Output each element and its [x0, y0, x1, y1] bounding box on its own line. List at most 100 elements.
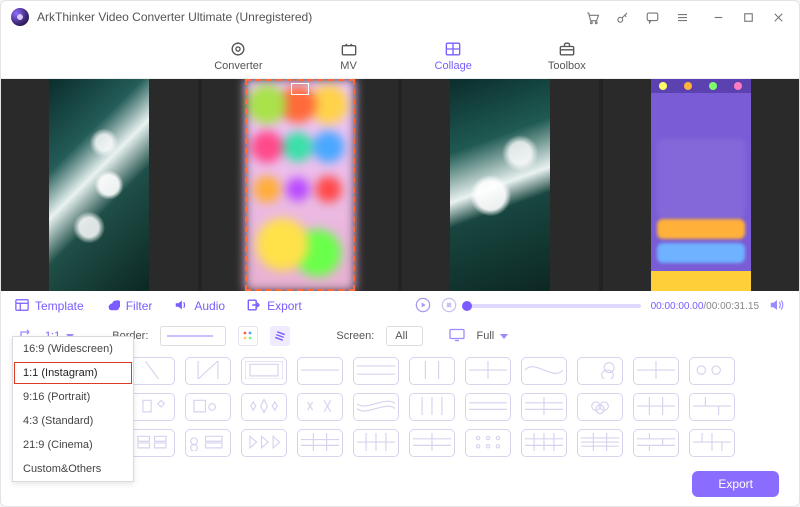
layout-template-cell[interactable] — [409, 357, 455, 385]
layout-template-cell[interactable] — [577, 357, 623, 385]
layout-template-cell[interactable] — [409, 429, 455, 457]
converter-icon — [228, 40, 248, 58]
display-mode-value: Full — [477, 330, 495, 342]
play-button[interactable] — [415, 297, 431, 316]
screen-value: All — [395, 330, 407, 342]
timecode: 00:00:00.00/00:00:31.15 — [651, 301, 759, 312]
display-mode-dropdown[interactable]: Full — [477, 330, 509, 342]
subtool-export[interactable]: Export — [247, 298, 302, 315]
collage-pane-4[interactable] — [603, 79, 800, 291]
subtool-filter[interactable]: Filter — [106, 298, 153, 315]
stop-button[interactable] — [441, 297, 457, 316]
border-pattern-toggle[interactable] — [270, 326, 290, 346]
screen-select[interactable]: All — [386, 326, 422, 346]
aspect-ratio-option[interactable]: Custom&Others — [13, 457, 133, 481]
template-icon — [15, 298, 29, 315]
aspect-ratio-option[interactable]: 9:16 (Portrait) — [13, 385, 133, 409]
layout-template-cell[interactable] — [241, 429, 287, 457]
audio-icon — [174, 298, 188, 315]
aspect-ratio-option[interactable]: 16:9 (Widescreen) — [13, 337, 133, 361]
nav-mv[interactable]: MV — [339, 40, 359, 72]
time-duration: 00:00:31.15 — [706, 301, 759, 312]
border-color-picker[interactable] — [238, 326, 258, 346]
layout-template-cell[interactable] — [185, 393, 231, 421]
nav-toolbox[interactable]: Toolbox — [548, 40, 586, 72]
layout-template-cell[interactable] — [465, 357, 511, 385]
timeline-knob[interactable] — [462, 301, 472, 311]
subtool-label: Audio — [194, 299, 225, 313]
collage-pane-1[interactable] — [1, 79, 198, 291]
layout-template-cell[interactable] — [185, 429, 231, 457]
layout-template-cell[interactable] — [465, 429, 511, 457]
nav-label: MV — [340, 60, 357, 72]
collage-preview[interactable] — [1, 79, 799, 291]
layout-template-cell[interactable] — [185, 357, 231, 385]
subtool-label: Export — [267, 299, 302, 313]
layout-template-cell[interactable] — [297, 393, 343, 421]
export-button[interactable]: Export — [692, 471, 779, 497]
layout-template-cell[interactable] — [241, 357, 287, 385]
titlebar: ArkThinker Video Converter Ultimate (Unr… — [1, 1, 799, 33]
border-style-dropdown[interactable] — [160, 326, 226, 346]
playback-timeline[interactable] — [467, 304, 641, 308]
subtool-bar: Template Filter Audio Export 00:00:00.00… — [1, 291, 799, 321]
crop-marker-icon — [291, 83, 309, 95]
top-nav: Converter MV Collage Toolbox — [1, 33, 799, 79]
close-icon[interactable] — [767, 6, 789, 28]
subtool-audio[interactable]: Audio — [174, 298, 225, 315]
layout-template-cell[interactable] — [297, 357, 343, 385]
layout-template-cell[interactable] — [129, 393, 175, 421]
layout-template-cell[interactable] — [297, 429, 343, 457]
layout-template-cell[interactable] — [521, 429, 567, 457]
collage-icon — [443, 40, 463, 58]
aspect-ratio-option[interactable]: 4:3 (Standard) — [13, 409, 133, 433]
layout-template-cell[interactable] — [689, 429, 735, 457]
collage-pane-3[interactable] — [402, 79, 599, 291]
filter-icon — [106, 298, 120, 315]
layout-template-cell[interactable] — [633, 357, 679, 385]
toolbox-icon — [557, 40, 577, 58]
chevron-down-icon — [500, 334, 508, 339]
layout-template-cell[interactable] — [689, 393, 735, 421]
layout-template-cell[interactable] — [689, 357, 735, 385]
subtool-label: Template — [35, 299, 84, 313]
layout-template-cell[interactable] — [353, 393, 399, 421]
layout-template-cell[interactable] — [521, 357, 567, 385]
cart-icon[interactable] — [581, 6, 603, 28]
layout-template-cell[interactable] — [577, 393, 623, 421]
mv-icon — [339, 40, 359, 58]
border-preview — [167, 335, 213, 337]
key-icon[interactable] — [611, 6, 633, 28]
aspect-ratio-option[interactable]: 1:1 (Instagram) — [13, 361, 133, 385]
subtool-label: Filter — [126, 299, 153, 313]
layout-template-cell[interactable] — [465, 393, 511, 421]
nav-label: Converter — [214, 60, 262, 72]
aspect-ratio-menu[interactable]: 16:9 (Widescreen)1:1 (Instagram)9:16 (Po… — [12, 336, 134, 482]
feedback-icon[interactable] — [641, 6, 663, 28]
layout-template-cell[interactable] — [353, 429, 399, 457]
layout-template-cell[interactable] — [129, 357, 175, 385]
display-mode-icon — [449, 328, 465, 345]
layout-template-cell[interactable] — [633, 429, 679, 457]
collage-pane-2[interactable] — [202, 79, 399, 291]
layout-template-cell[interactable] — [129, 429, 175, 457]
app-title: ArkThinker Video Converter Ultimate (Unr… — [37, 10, 312, 24]
volume-icon[interactable] — [769, 297, 785, 316]
minimize-icon[interactable] — [707, 6, 729, 28]
layout-template-cell[interactable] — [241, 393, 287, 421]
export-icon — [247, 298, 261, 315]
nav-label: Collage — [435, 60, 472, 72]
subtool-template[interactable]: Template — [15, 298, 84, 315]
layout-template-cell[interactable] — [409, 393, 455, 421]
nav-collage[interactable]: Collage — [435, 40, 472, 72]
nav-label: Toolbox — [548, 60, 586, 72]
layout-template-cell[interactable] — [353, 357, 399, 385]
layout-template-cell[interactable] — [633, 393, 679, 421]
nav-converter[interactable]: Converter — [214, 40, 262, 72]
maximize-icon[interactable] — [737, 6, 759, 28]
aspect-ratio-option[interactable]: 21:9 (Cinema) — [13, 433, 133, 457]
menu-icon[interactable] — [671, 6, 693, 28]
app-logo — [11, 8, 29, 26]
layout-template-cell[interactable] — [521, 393, 567, 421]
layout-template-cell[interactable] — [577, 429, 623, 457]
